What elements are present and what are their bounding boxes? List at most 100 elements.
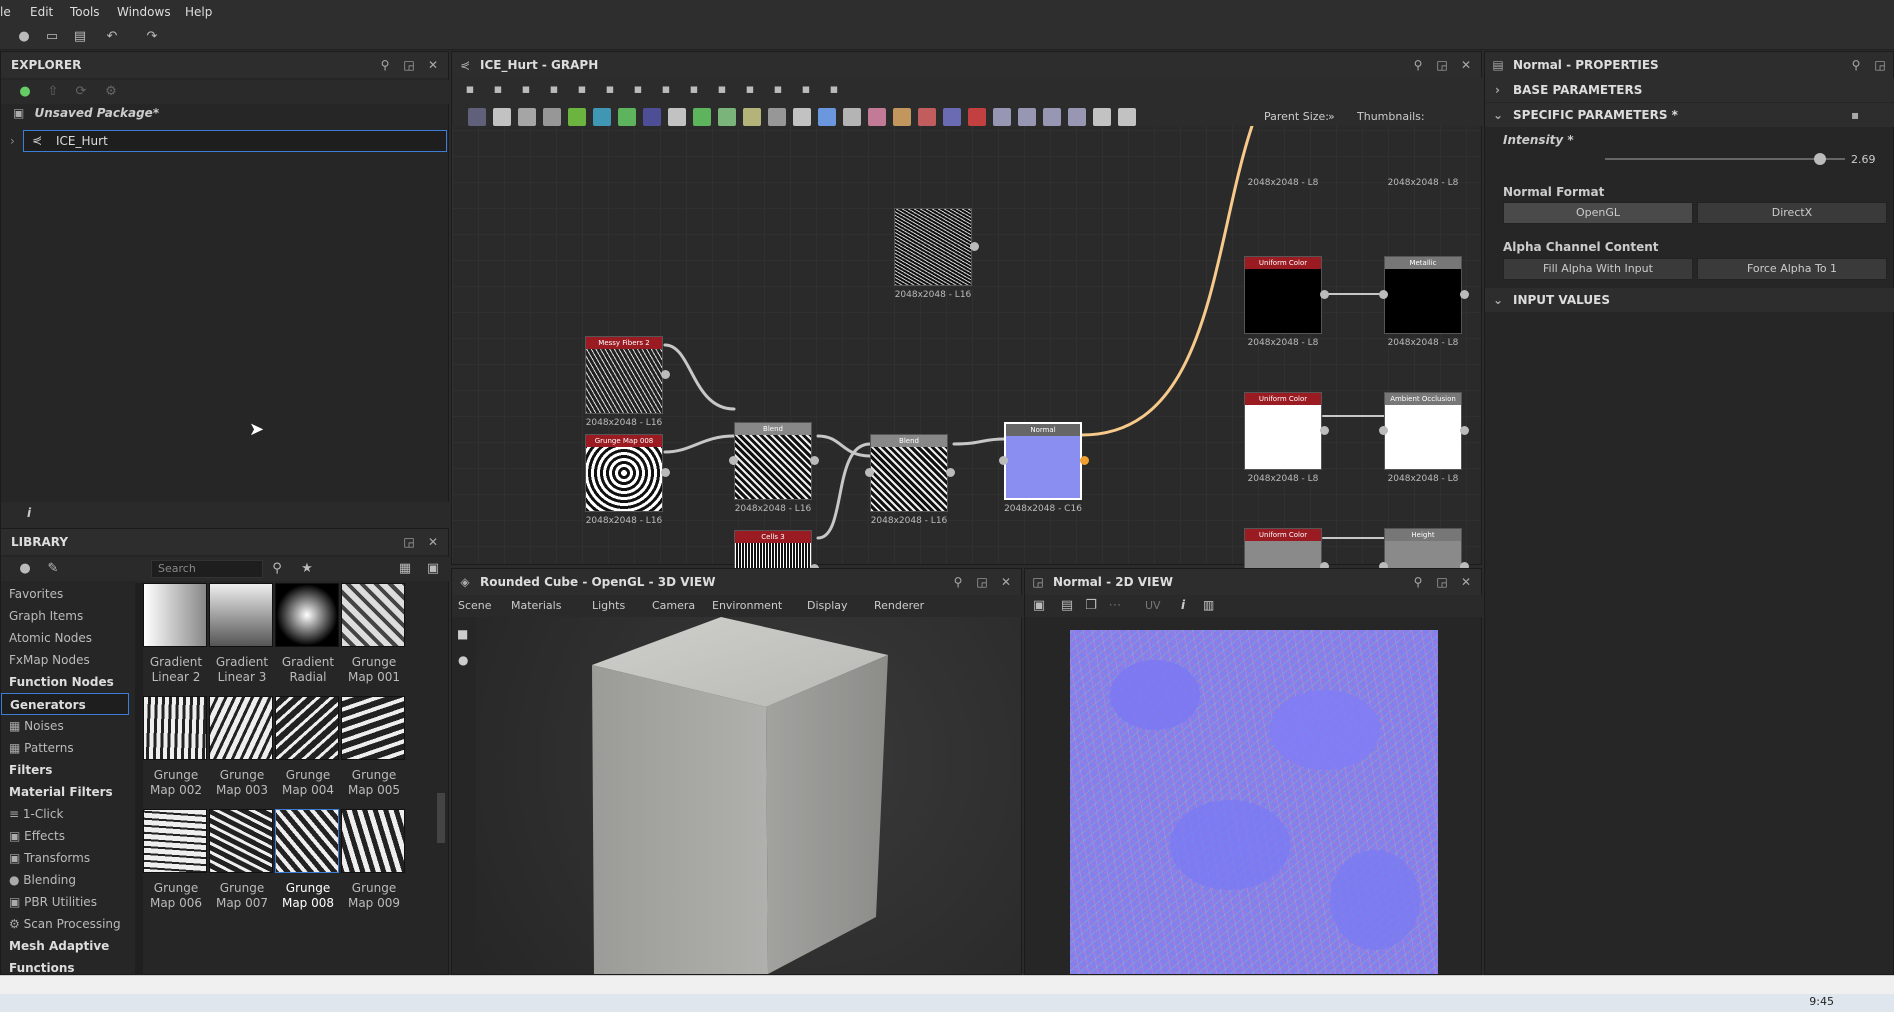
atomic-node-18-icon[interactable] [918, 108, 936, 126]
output-port[interactable] [1460, 426, 1469, 435]
base-parameters-header[interactable]: › BASE PARAMETERS [1485, 78, 1894, 102]
filter-icon[interactable]: ⚲ [269, 561, 285, 577]
library-category-filters[interactable]: Filters [1, 759, 129, 781]
library-scrollbar[interactable] [135, 583, 143, 975]
library-category-favorites[interactable]: Favorites [1, 583, 129, 605]
frame-icon[interactable]: ▪ [462, 82, 478, 98]
link-icon[interactable]: ▪ [686, 82, 702, 98]
expand-chevron-icon[interactable]: › [10, 134, 15, 148]
library-category-material-filters[interactable]: Material Filters [1, 781, 129, 803]
add-library-icon[interactable]: ● [17, 561, 33, 577]
atomic-node-21-icon[interactable] [993, 108, 1011, 126]
atomic-node-22-icon[interactable] [1018, 108, 1036, 126]
atomic-node-17-icon[interactable] [893, 108, 911, 126]
graph-node-blend-1[interactable]: Blend [734, 422, 812, 500]
camera-icon[interactable]: ▪ [518, 82, 534, 98]
graph-node-top-node[interactable] [894, 208, 972, 286]
library-category-scan-processing[interactable]: ⚙ Scan Processing [1, 913, 129, 935]
fill-alpha-button[interactable]: Fill Alpha With Input [1503, 258, 1693, 280]
save-image-icon[interactable]: ▤ [1059, 598, 1075, 614]
atomic-node-12-icon[interactable] [768, 108, 786, 126]
input-port[interactable] [1379, 426, 1388, 435]
library-thumbnail[interactable] [143, 583, 207, 647]
intensity-slider[interactable] [1605, 158, 1845, 160]
input-port[interactable] [999, 456, 1008, 465]
input-values-header[interactable]: ⌄ INPUT VALUES [1485, 288, 1894, 312]
uv-toggle-icon[interactable]: ⋯ [1107, 598, 1123, 614]
opengl-button[interactable]: OpenGL [1503, 202, 1693, 224]
library-category-generators[interactable]: Generators [1, 693, 129, 715]
pin-icon[interactable]: ⚲ [378, 58, 392, 72]
pan-icon[interactable]: ▪ [490, 82, 506, 98]
crop-icon[interactable]: ▪ [826, 82, 842, 98]
graph-node-uc1[interactable]: Uniform Color [1244, 256, 1322, 334]
intensity-value[interactable]: 2.69 [1851, 153, 1876, 166]
close-icon[interactable]: ✕ [426, 535, 440, 549]
refresh-icon[interactable]: ⟳ [73, 84, 89, 100]
output-port[interactable] [1460, 290, 1469, 299]
force-alpha-button[interactable]: Force Alpha To 1 [1697, 258, 1887, 280]
camera-icon[interactable]: ■ [457, 627, 468, 641]
atomic-node-26-icon[interactable] [1118, 108, 1136, 126]
3d-menu-environment[interactable]: Environment [712, 599, 782, 612]
refresh-icon[interactable]: ▪ [742, 82, 758, 98]
float-icon[interactable]: ◲ [402, 535, 416, 549]
package-name[interactable]: Unsaved Package* [35, 106, 160, 120]
atomic-node-5-icon[interactable] [593, 108, 611, 126]
library-category-blending[interactable]: ● Blending [1, 869, 129, 891]
float-icon[interactable]: ◲ [402, 58, 416, 72]
graph-node-uc2[interactable]: Uniform Color [1244, 392, 1322, 470]
pin-icon[interactable]: ⚲ [1411, 58, 1425, 72]
atomic-node-23-icon[interactable] [1043, 108, 1061, 126]
copy-icon[interactable]: ❐ [1083, 598, 1099, 614]
settings-icon[interactable]: ⚙ [103, 84, 119, 100]
info-icon[interactable]: i [27, 506, 31, 520]
intensity-slider-handle[interactable] [1814, 153, 1827, 165]
menu-windows[interactable]: Windows [117, 5, 171, 19]
library-category-noises[interactable]: ▦ Noises [1, 715, 129, 737]
atomic-node-13-icon[interactable] [793, 108, 811, 126]
expand-icon[interactable]: » [1328, 110, 1335, 123]
library-category-1-click[interactable]: ≡ 1-Click [1, 803, 129, 825]
new-substance-icon[interactable]: ● [16, 29, 32, 45]
float-icon[interactable]: ◲ [1435, 58, 1449, 72]
atomic-node-0-icon[interactable] [468, 108, 486, 126]
graph-tree-item[interactable]: › ⋞ ICE_Hurt [10, 130, 447, 152]
float-icon[interactable]: ◲ [975, 575, 989, 589]
library-category-pbr-utilities[interactable]: ▣ PBR Utilities [1, 891, 129, 913]
atomic-node-24-icon[interactable] [1068, 108, 1086, 126]
library-category-mesh-adaptive[interactable]: Mesh Adaptive [1, 935, 129, 957]
3d-menu-display[interactable]: Display [807, 599, 848, 612]
fit-icon[interactable]: ▣ [1031, 598, 1047, 614]
favorite-filter-icon[interactable]: ★ [299, 561, 315, 577]
output-port[interactable] [661, 370, 670, 379]
input-port[interactable] [729, 456, 738, 465]
graph-node-grunge-map[interactable]: Grunge Map 008 [585, 434, 663, 512]
library-thumbnail[interactable] [209, 583, 273, 647]
menu-tools[interactable]: Tools [70, 5, 100, 19]
library-thumbnail[interactable] [341, 696, 405, 760]
atomic-node-20-icon[interactable] [968, 108, 986, 126]
graph-node-metallic[interactable]: Metallic [1384, 256, 1462, 334]
library-search-input[interactable]: Search [151, 560, 263, 578]
atomic-node-1-icon[interactable] [493, 108, 511, 126]
open-folder-icon[interactable]: ▭ [44, 29, 60, 45]
menu-edit[interactable]: Edit [30, 5, 53, 19]
close-icon[interactable]: ✕ [1459, 58, 1473, 72]
library-category-atomic-nodes[interactable]: Atomic Nodes [1, 627, 129, 649]
histogram-icon[interactable]: ▥ [1203, 598, 1214, 612]
pin-icon[interactable]: ⚲ [1411, 575, 1425, 589]
3d-viewport[interactable] [476, 617, 1021, 974]
3d-menu-camera[interactable]: Camera [652, 599, 695, 612]
atomic-node-7-icon[interactable] [643, 108, 661, 126]
tool-icon[interactable]: ▪ [770, 82, 786, 98]
atomic-node-11-icon[interactable] [743, 108, 761, 126]
menu-help[interactable]: Help [185, 5, 212, 19]
library-category-graph-items[interactable]: Graph Items [1, 605, 129, 627]
grid-view-icon[interactable]: ▦ [397, 561, 413, 577]
atomic-node-2-icon[interactable] [518, 108, 536, 126]
close-icon[interactable]: ✕ [999, 575, 1013, 589]
preset-icon[interactable]: ▪ [1851, 103, 1859, 127]
horizontal-scrollbar[interactable] [0, 975, 1894, 994]
upload-icon[interactable]: ⇧ [45, 84, 61, 100]
